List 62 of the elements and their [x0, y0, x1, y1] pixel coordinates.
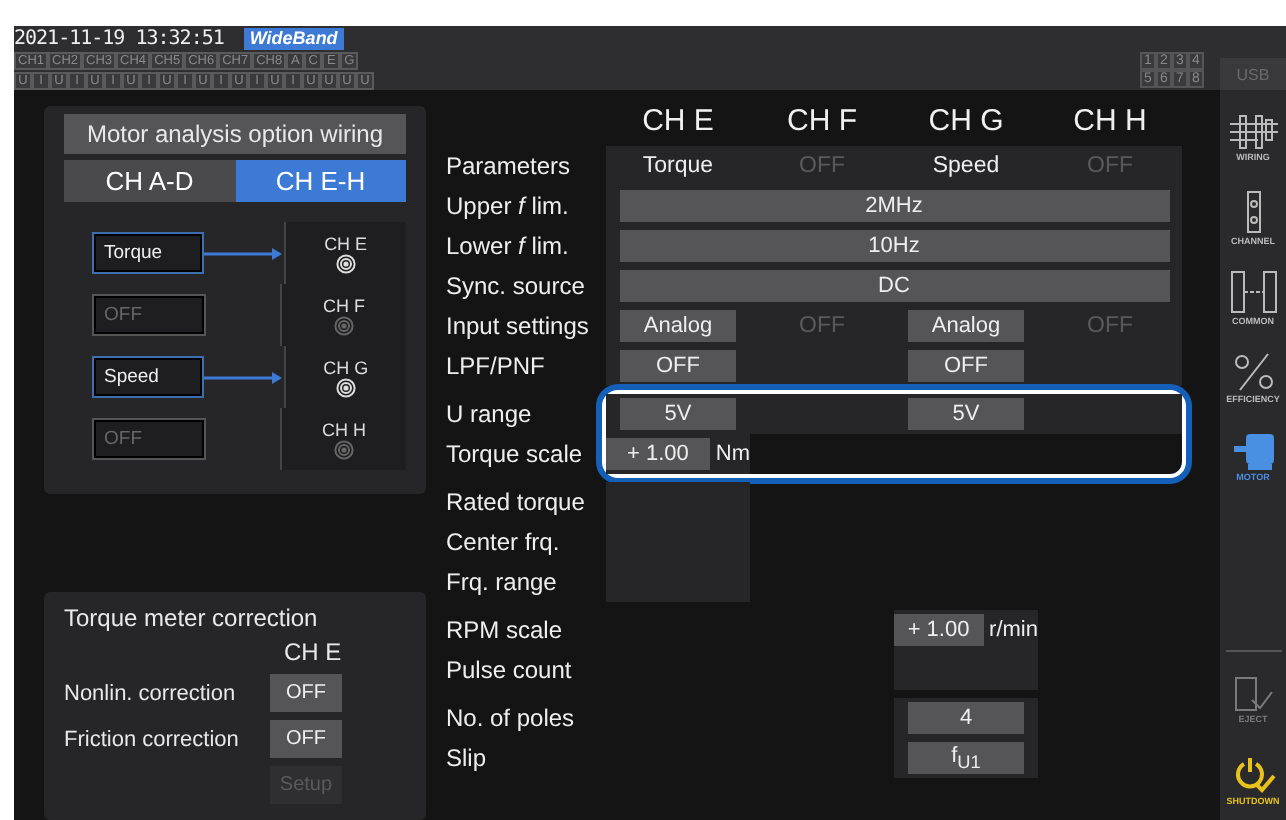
value-button[interactable]: Analog: [620, 310, 736, 342]
setting-label: Friction correction: [64, 727, 241, 751]
parameter-label: LPF/PNF: [446, 350, 547, 384]
column-header: CH H: [1071, 104, 1149, 138]
value-field[interactable]: 10Hz: [619, 230, 1169, 262]
channel-heading: CH E: [282, 638, 344, 670]
parameter-label: RPM scale: [446, 614, 565, 648]
channel-module-icon: [1245, 190, 1261, 234]
value-button[interactable]: 4: [908, 702, 1024, 734]
motor-icon: [1233, 434, 1273, 470]
channel-label: CH E: [324, 233, 368, 253]
value-button[interactable]: + 1.00: [606, 438, 710, 470]
wiring-icon: [1227, 114, 1279, 150]
parameter-label: Pulse count: [446, 654, 574, 688]
value-button[interactable]: OFF: [620, 350, 736, 382]
percent-icon: [1233, 352, 1273, 392]
parameter-label: Parameters: [446, 150, 573, 184]
modules-icon: [1229, 270, 1277, 314]
parameter-label: Sync. source: [446, 270, 587, 304]
channel-label: CH G: [323, 357, 369, 377]
panel-title: Torque meter correction: [64, 604, 320, 632]
value-field[interactable]: 2MHz: [619, 190, 1169, 222]
channel-label: CH H: [322, 419, 366, 439]
date-time: 2021-11-19 13:32:51: [14, 28, 224, 50]
column-header: CH E: [640, 104, 716, 138]
sensor-input-box[interactable]: Torque: [92, 232, 204, 274]
sensor-input-box[interactable]: Speed: [92, 356, 204, 398]
value-button[interactable]: OFF: [908, 350, 1024, 382]
channel-group-tab[interactable]: CH E-H: [235, 160, 406, 202]
setting-button[interactable]: OFF: [270, 720, 342, 758]
power-check-icon: [1230, 754, 1276, 794]
value-button[interactable]: 5V: [620, 398, 736, 430]
column-header: CH F: [785, 104, 859, 138]
parameter-label: Input settings: [446, 310, 591, 344]
value-button[interactable]: Analog: [908, 310, 1024, 342]
value-button[interactable]: + 1.00: [894, 614, 984, 646]
column-header: CH G: [926, 104, 1006, 138]
parameter-label: U range: [446, 398, 534, 432]
unit-label: Nm: [715, 442, 750, 466]
parameter-label: No. of poles: [446, 702, 577, 736]
parameter-label: Upper f lim.: [446, 190, 571, 224]
connection-arrow: [203, 369, 284, 385]
setting-label: Nonlin. correction: [64, 681, 238, 705]
parameter-label: Rated torque: [446, 486, 587, 520]
setting-button[interactable]: OFF: [270, 674, 342, 712]
parameter-value: Speed: [932, 154, 1000, 178]
panel-title: Motor analysis option wiring: [64, 114, 406, 154]
value-button[interactable]: f$_{U1}$: [908, 742, 1024, 774]
value-button[interactable]: 5V: [908, 398, 1024, 430]
mode-badge: WideBand: [243, 28, 344, 50]
connection-arrow: [203, 245, 284, 261]
parameter-label: Torque scale: [446, 438, 585, 472]
parameter-label: Slip: [446, 742, 489, 776]
unit-label: r/min: [989, 618, 1038, 642]
channel-label: CH F: [323, 295, 365, 315]
storage-check-icon: [1233, 676, 1273, 712]
parameter-label: Lower f lim.: [446, 230, 571, 264]
parameter-label: Frq. range: [446, 566, 559, 600]
parameter-label: Center frq.: [446, 526, 562, 560]
channel-group-tab[interactable]: CH A-D: [64, 160, 235, 202]
parameter-value: Torque: [642, 154, 714, 178]
value-field[interactable]: DC: [619, 270, 1169, 302]
